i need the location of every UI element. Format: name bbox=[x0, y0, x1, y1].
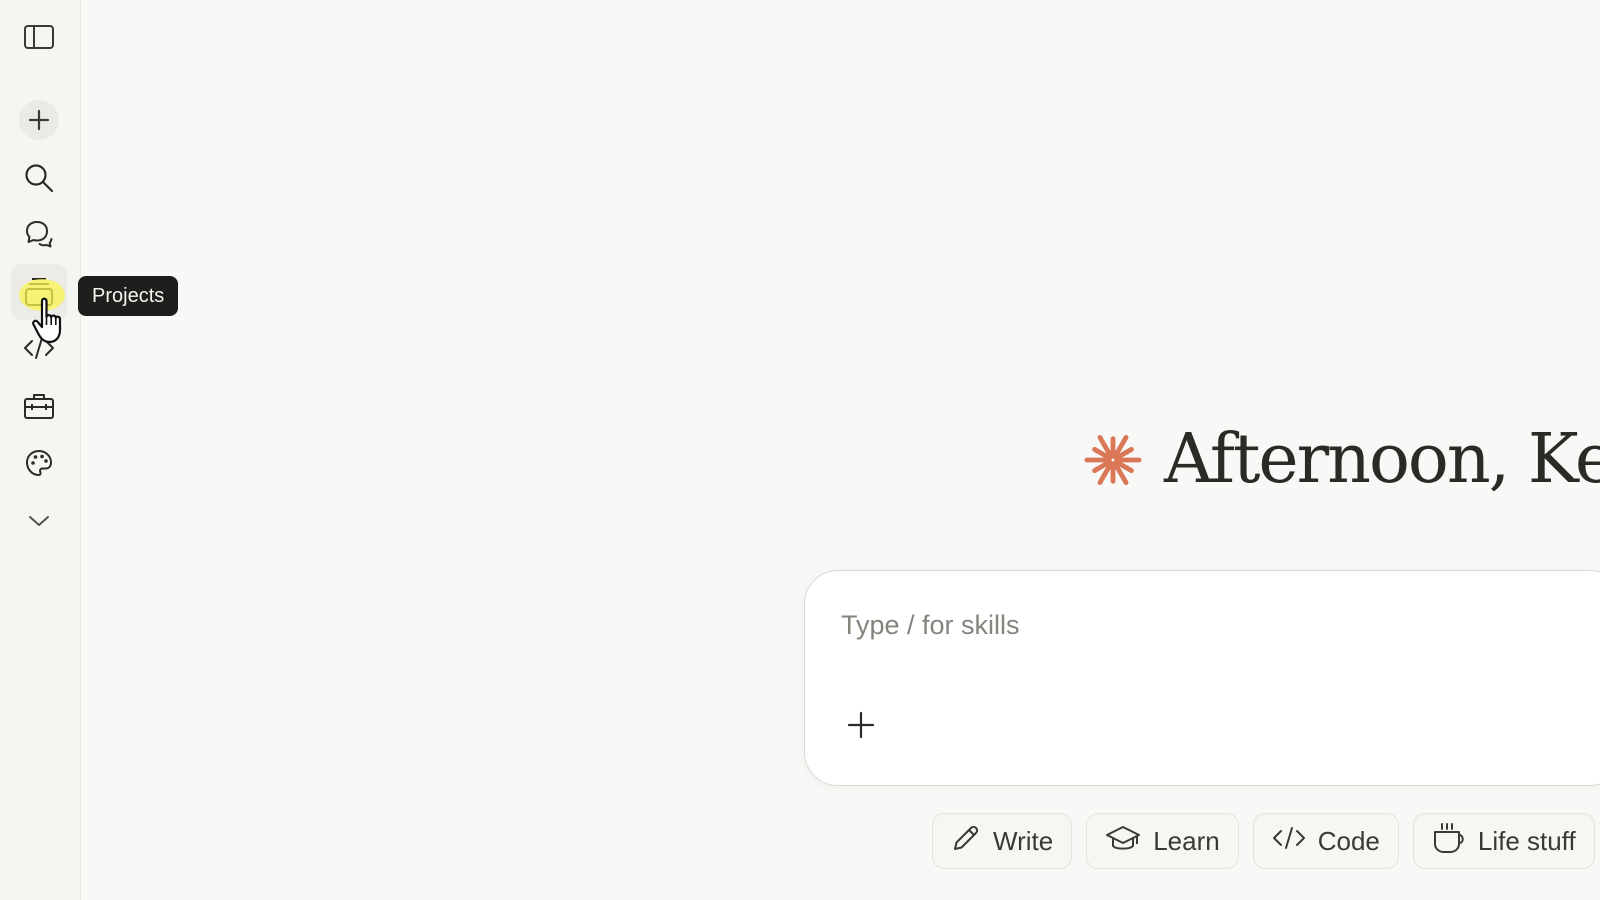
app-window: Projects Afternoon, Ke Writ bbox=[0, 0, 1600, 900]
projects-icon bbox=[24, 276, 54, 308]
plus-icon bbox=[847, 711, 875, 744]
greeting-text: Afternoon, Ke bbox=[1164, 420, 1600, 499]
chats-icon bbox=[24, 219, 54, 249]
palette-button[interactable] bbox=[19, 443, 59, 483]
chip-life-stuff[interactable]: Life stuff bbox=[1412, 813, 1595, 869]
chip-code[interactable]: Code bbox=[1252, 813, 1399, 869]
more-button[interactable] bbox=[19, 501, 59, 541]
search-button[interactable] bbox=[19, 158, 59, 198]
chip-label: Code bbox=[1317, 825, 1380, 856]
code-button[interactable] bbox=[19, 328, 59, 368]
greeting: Afternoon, Ke bbox=[1084, 420, 1600, 500]
pencil-icon bbox=[951, 823, 993, 860]
sidebar-toggle-button[interactable] bbox=[19, 17, 59, 57]
chats-button[interactable] bbox=[19, 214, 59, 254]
sidebar-toggle-icon bbox=[24, 25, 54, 49]
toolbox-button[interactable] bbox=[19, 386, 59, 426]
chip-learn[interactable]: Learn bbox=[1086, 813, 1239, 869]
plus-icon bbox=[28, 109, 50, 131]
message-input[interactable] bbox=[841, 607, 1541, 643]
sparkle-icon bbox=[1084, 434, 1142, 486]
message-composer bbox=[804, 570, 1600, 786]
coffee-cup-icon bbox=[1432, 822, 1478, 861]
chip-label: Learn bbox=[1153, 825, 1220, 856]
code-icon bbox=[23, 336, 55, 360]
chip-label: Write bbox=[993, 825, 1054, 856]
graduation-cap-icon bbox=[1105, 823, 1153, 860]
projects-button[interactable] bbox=[11, 264, 67, 320]
chip-write[interactable]: Write bbox=[932, 813, 1073, 869]
search-icon bbox=[24, 163, 54, 193]
palette-icon bbox=[24, 448, 54, 478]
projects-tooltip: Projects bbox=[78, 276, 179, 316]
chip-label: Life stuff bbox=[1477, 825, 1576, 856]
suggestion-chips: Write Learn Code Life stuff bbox=[932, 813, 1595, 869]
new-chat-button[interactable] bbox=[19, 100, 59, 140]
toolbox-icon bbox=[23, 391, 55, 421]
code-icon bbox=[1272, 825, 1318, 858]
chevron-down-icon bbox=[27, 514, 51, 528]
add-attachment-button[interactable] bbox=[841, 707, 881, 747]
sidebar bbox=[0, 0, 81, 900]
